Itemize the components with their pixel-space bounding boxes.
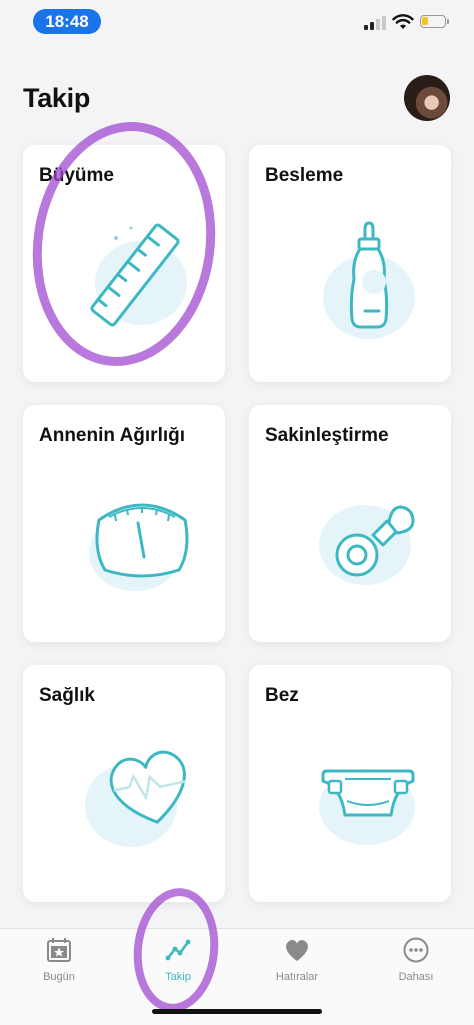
calendar-star-icon	[47, 938, 71, 962]
wifi-icon	[392, 14, 414, 29]
status-bar: 18:48	[0, 0, 474, 44]
card-growth[interactable]: Büyüme	[23, 145, 225, 382]
card-feeding[interactable]: Besleme	[249, 145, 451, 382]
ruler-icon	[90, 223, 187, 327]
trend-line-icon	[165, 939, 191, 961]
tab-today[interactable]: Bugün	[19, 937, 99, 995]
tab-label: Takip	[165, 971, 191, 983]
status-time[interactable]: 18:48	[33, 9, 101, 34]
tab-label: Dahası	[398, 971, 434, 983]
card-mother-weight[interactable]: Annenin Ağırlığı	[23, 405, 225, 642]
heart-icon	[286, 940, 308, 961]
tab-more[interactable]: Dahası	[376, 937, 456, 995]
tab-label: Hatıralar	[275, 971, 319, 983]
signal-icon	[364, 16, 388, 30]
heart-pulse-icon	[85, 750, 186, 847]
tab-label: Bugün	[43, 971, 75, 983]
card-health[interactable]: Sağlık	[23, 665, 225, 902]
battery-icon	[420, 15, 449, 28]
baby-bottle-icon	[323, 221, 415, 339]
pacifier-icon	[319, 505, 415, 585]
page-title: Takip	[23, 83, 91, 113]
card-soothing[interactable]: Sakinleştirme	[249, 405, 451, 642]
tab-memories[interactable]: Hatıralar	[257, 937, 337, 995]
scale-icon	[89, 503, 189, 591]
tab-tracking[interactable]: Takip	[138, 937, 218, 995]
avatar[interactable]	[404, 75, 450, 121]
home-indicator[interactable]	[152, 1009, 322, 1014]
card-diaper[interactable]: Bez	[249, 665, 451, 902]
diaper-icon	[319, 769, 415, 845]
more-dots-icon	[403, 937, 429, 963]
